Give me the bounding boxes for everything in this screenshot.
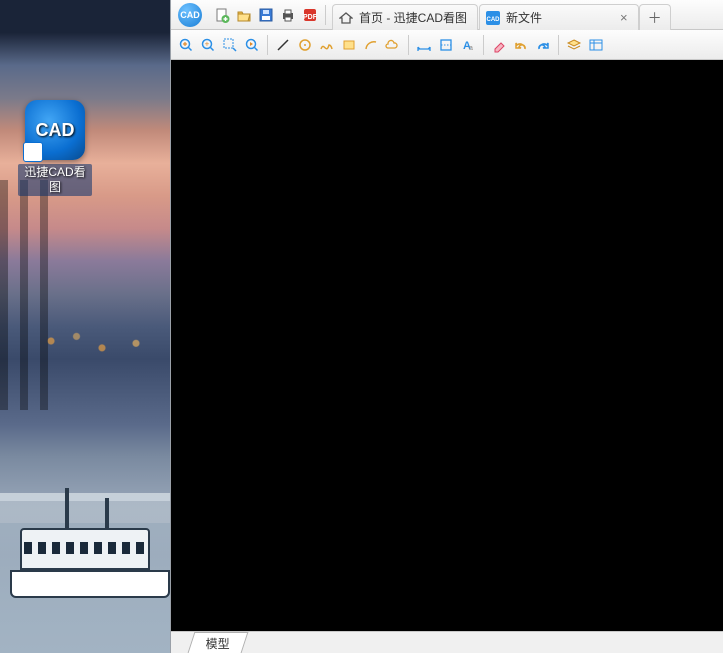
rectangle-tool-button[interactable] <box>338 34 360 56</box>
svg-text:a: a <box>469 45 473 52</box>
layers-icon <box>566 37 582 53</box>
cad-badge-icon: CAD <box>486 11 500 25</box>
arc-icon <box>363 37 379 53</box>
zoom-in-button[interactable]: + <box>197 34 219 56</box>
app-logo[interactable]: CAD <box>175 2 205 28</box>
polyline-icon <box>319 37 335 53</box>
text-tool-button[interactable]: Aa <box>457 34 479 56</box>
desktop-shortcut-cad-viewer[interactable]: CAD 迅捷CAD看图 <box>18 100 92 196</box>
text-icon: Aa <box>460 37 476 53</box>
tab-close-button[interactable]: × <box>620 10 628 25</box>
zoom-window-button[interactable] <box>219 34 241 56</box>
separator <box>408 35 409 55</box>
line-tool-button[interactable] <box>272 34 294 56</box>
separator <box>325 5 326 25</box>
layout-tabbar: 模型 <box>171 631 723 653</box>
tab-add-button[interactable]: ＋ <box>639 4 671 30</box>
circle-tool-button[interactable] <box>294 34 316 56</box>
properties-icon <box>588 37 604 53</box>
redo-icon <box>535 37 551 53</box>
zoom-previous-button[interactable] <box>241 34 263 56</box>
cad-app-window: CAD PDF 首页 - 迅捷CAD看图 CAD 新文件 <box>170 0 723 653</box>
zoom-extents-button[interactable] <box>175 34 197 56</box>
area-icon <box>438 37 454 53</box>
home-icon <box>339 11 353 25</box>
rectangle-icon <box>341 37 357 53</box>
svg-text:PDF: PDF <box>303 14 318 21</box>
open-folder-icon <box>236 7 252 23</box>
zoom-in-icon: + <box>200 37 216 53</box>
save-button[interactable] <box>255 4 277 26</box>
measure-distance-button[interactable] <box>413 34 435 56</box>
tab-home-label: 首页 - 迅捷CAD看图 <box>359 9 467 26</box>
separator <box>558 35 559 55</box>
cad-app-icon: CAD <box>25 100 85 160</box>
redo-button[interactable] <box>532 34 554 56</box>
revision-cloud-button[interactable] <box>382 34 404 56</box>
undo-button[interactable] <box>510 34 532 56</box>
document-tabbar: 首页 - 迅捷CAD看图 CAD 新文件 × ＋ <box>332 0 671 29</box>
layout-tab-model[interactable]: 模型 <box>188 632 249 653</box>
wallpaper-ferry <box>10 498 170 598</box>
svg-text:CAD: CAD <box>487 17 501 23</box>
print-button[interactable] <box>277 4 299 26</box>
zoom-window-icon <box>222 37 238 53</box>
export-pdf-button[interactable]: PDF <box>299 4 321 26</box>
new-file-button[interactable] <box>211 4 233 26</box>
desktop-wallpaper: CAD 迅捷CAD看图 <box>0 0 170 653</box>
undo-icon <box>513 37 529 53</box>
measure-area-button[interactable] <box>435 34 457 56</box>
arc-tool-button[interactable] <box>360 34 382 56</box>
zoom-extents-icon <box>178 37 194 53</box>
polyline-tool-button[interactable] <box>316 34 338 56</box>
eraser-icon <box>491 37 507 53</box>
desktop-shortcut-label: 迅捷CAD看图 <box>18 164 92 196</box>
print-icon <box>280 7 296 23</box>
plus-icon: ＋ <box>648 8 662 28</box>
layout-tab-model-label: 模型 <box>206 635 230 652</box>
tab-new-file-label: 新文件 <box>506 9 542 26</box>
pdf-icon: PDF <box>302 7 318 23</box>
circle-icon <box>297 37 313 53</box>
drawing-toolbar: + Aa <box>171 30 723 60</box>
tab-new-file[interactable]: CAD 新文件 × <box>479 4 639 30</box>
menubar: CAD PDF 首页 - 迅捷CAD看图 CAD 新文件 <box>171 0 723 30</box>
cloud-icon <box>385 37 401 53</box>
properties-button[interactable] <box>585 34 607 56</box>
layer-manager-button[interactable] <box>563 34 585 56</box>
measure-icon <box>416 37 432 53</box>
separator <box>267 35 268 55</box>
erase-button[interactable] <box>488 34 510 56</box>
tab-home[interactable]: 首页 - 迅捷CAD看图 <box>332 4 478 30</box>
save-icon <box>258 7 274 23</box>
separator <box>483 35 484 55</box>
new-file-icon <box>214 7 230 23</box>
line-icon <box>275 37 291 53</box>
cad-icon-text: CAD <box>36 120 75 141</box>
app-logo-cad-icon: CAD <box>178 3 202 27</box>
open-file-button[interactable] <box>233 4 255 26</box>
drawing-canvas[interactable] <box>171 60 723 631</box>
zoom-previous-icon <box>244 37 260 53</box>
svg-text:+: + <box>205 39 210 48</box>
